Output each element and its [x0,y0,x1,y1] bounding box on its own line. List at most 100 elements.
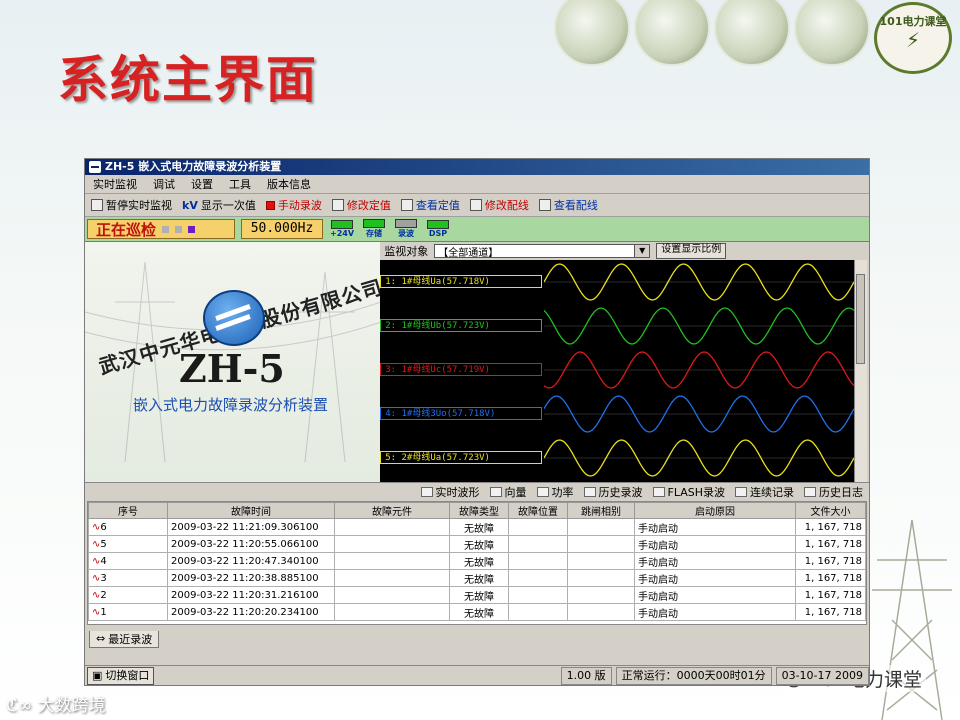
table-row[interactable]: ∿1 2009-03-22 11:20:20.234100 无故障 手动启动 1… [88,603,866,621]
slide-title: 系统主界面 [58,50,318,109]
decor-circle [554,0,630,66]
cell-position [508,586,568,604]
pause-monitor-button[interactable]: 暂停实时监视 [91,197,172,213]
tab-vector[interactable]: 向量 [489,484,527,500]
cell-time: 2009-03-22 11:20:55.066100 [167,535,335,553]
view-tabs: 实时波形 向量 功率 历史录波 FLASH录波 连续记录 历史日志 [85,482,869,501]
channel-list: 1: 1#母线Ua(57.718V) 2: 1#母线Ub(57.723V) 3:… [380,260,545,482]
view-setting-button[interactable]: 查看定值 [400,197,460,213]
tab-power[interactable]: 功率 [536,484,574,500]
pause-monitor-label: 暂停实时监视 [106,199,172,212]
column-header[interactable]: 文件大小 [795,502,866,519]
cell-no: 4 [100,555,107,567]
monitor-target-select[interactable]: 【全部通道】 ▼ [434,244,651,259]
table-row[interactable]: ∿3 2009-03-22 11:20:38.885100 无故障 手动启动 1… [88,569,866,587]
tab-label: FLASH录波 [667,486,726,499]
tab-recent-records[interactable]: ⇔ 最近录波 [89,630,160,648]
chevron-down-icon[interactable]: ▼ [634,245,650,257]
window-titlebar[interactable]: ZH-5 嵌入式电力故障录波分析装置 [85,159,869,175]
table-row[interactable]: ∿4 2009-03-22 11:20:47.340100 无故障 手动启动 1… [88,552,866,570]
cell-phase [567,535,635,553]
channel-label-text: 3: 1#母线Uc(57.719V) [385,365,490,375]
show-primary-value-button[interactable]: kV 显示一次值 [182,197,256,213]
tab-label: 历史日志 [819,486,863,499]
cell-type: 无故障 [449,586,509,604]
cell-reason: 手动启动 [634,552,796,570]
table-header-row: 序号 故障时间 故障元件 故障类型 故障位置 跳闸相别 启动原因 文件大小 [88,502,866,519]
channel-label-3[interactable]: 3: 1#母线Uc(57.719V) [380,363,543,376]
table-row[interactable]: ∿5 2009-03-22 11:20:55.066100 无故障 手动启动 1… [88,535,866,553]
table-row[interactable]: ∿2 2009-03-22 11:20:31.216100 无故障 手动启动 1… [88,586,866,604]
cell-no: 3 [100,572,107,584]
channel-label-2[interactable]: 2: 1#母线Ub(57.723V) [380,319,543,332]
menu-debug[interactable]: 调试 [153,176,175,192]
channel-label-5[interactable]: 5: 2#母线Ua(57.723V) [380,451,543,464]
decor-circle [794,0,870,66]
led-24v: +24V [329,220,355,238]
column-header[interactable]: 启动原因 [634,502,796,519]
cell-position [508,603,568,621]
channel-label-4[interactable]: 4: 1#母线3Uo(57.718V) [380,407,543,420]
column-header[interactable]: 故障时间 [167,502,335,519]
led-label: 存储 [366,229,382,238]
scrollbar-thumb[interactable] [856,274,866,364]
manual-record-label: 手动录波 [277,199,322,212]
tab-label: 实时波形 [435,486,480,499]
cell-size: 1, 167, 718 [795,603,866,621]
edit-wiring-button[interactable]: 修改配线 [469,197,529,213]
view-wiring-label: 查看配线 [553,199,598,212]
status-dot [162,225,170,233]
menu-tools[interactable]: 工具 [229,176,251,192]
cell-size: 1, 167, 718 [795,535,866,553]
switch-window-button[interactable]: ▣ 切换窗口 [87,666,155,685]
cell-type: 无故障 [449,552,509,570]
main-area: 武汉中元华电科技股份有限公司 ZH-5 嵌入式电力故障录波分析装置 监视对象 【… [85,242,869,482]
tab-history-record[interactable]: 历史录波 [583,484,643,500]
column-header[interactable]: 故障类型 [449,502,509,519]
led-dsp: DSP [425,220,451,238]
tab-continuous-record[interactable]: 连续记录 [735,484,794,500]
column-header[interactable]: 跳闸相别 [567,502,635,519]
column-header[interactable]: 故障元件 [334,502,450,519]
vertical-scrollbar[interactable] [854,260,868,482]
camera-icon [91,199,103,211]
tab-label: 功率 [551,486,574,499]
product-subtitle: 嵌入式电力故障录波分析装置 [133,396,329,414]
status-dot [175,225,183,233]
window-icon: ▣ [92,668,103,682]
runtime-label: 正常运行：0000天00时01分 [615,666,772,685]
menu-version-info[interactable]: 版本信息 [267,176,311,192]
column-header[interactable]: 序号 [88,502,168,519]
tab-history-log[interactable]: 历史日志 [804,484,863,500]
footer-watermark: ℭ∞ 大数跨境 [6,691,106,716]
cell-type: 无故障 [449,535,509,553]
menu-realtime-monitor[interactable]: 实时监视 [93,176,137,192]
table-row[interactable]: ∿6 2009-03-22 11:21:09.306100 无故障 手动启动 1… [88,518,866,536]
monitor-target-label: 监视对象 [384,245,429,258]
cell-no: 1 [100,606,107,618]
view-wiring-button[interactable]: 查看配线 [538,197,598,213]
column-header[interactable]: 故障位置 [508,502,568,519]
edit-setting-button[interactable]: 修改定值 [331,197,391,213]
bottom-tabs: ⇔ 最近录波 [85,630,869,648]
cell-reason: 手动启动 [634,535,796,553]
waveform-icon [420,487,433,497]
cell-phase [567,518,635,536]
footer-left-text: 大数跨境 [37,696,106,716]
date-label: 03-10-17 2009 [775,666,869,685]
cell-size: 1, 167, 718 [795,552,866,570]
frequency-display: 50.000Hz [241,219,323,239]
cell-reason: 手动启动 [634,569,796,587]
status-bar: ▣ 切换窗口 1.00 版 正常运行：0000天00时01分 03-10-17 … [85,665,869,685]
flash-icon [652,487,665,497]
channel-label-1[interactable]: 1: 1#母线Ua(57.718V) [380,275,543,288]
version-label: 1.00 版 [560,666,612,685]
menu-settings[interactable]: 设置 [191,176,213,192]
set-display-scale-button[interactable]: 设置显示比例 [656,243,727,259]
cell-element [334,518,450,536]
tab-realtime-waveform[interactable]: 实时波形 [420,484,480,500]
tab-flash-record[interactable]: FLASH录波 [652,484,726,500]
patrol-indicator: 正在巡检 [87,219,235,239]
manual-record-button[interactable]: 手动录波 [265,197,322,213]
recent-record-icon: ⇔ [96,632,106,645]
